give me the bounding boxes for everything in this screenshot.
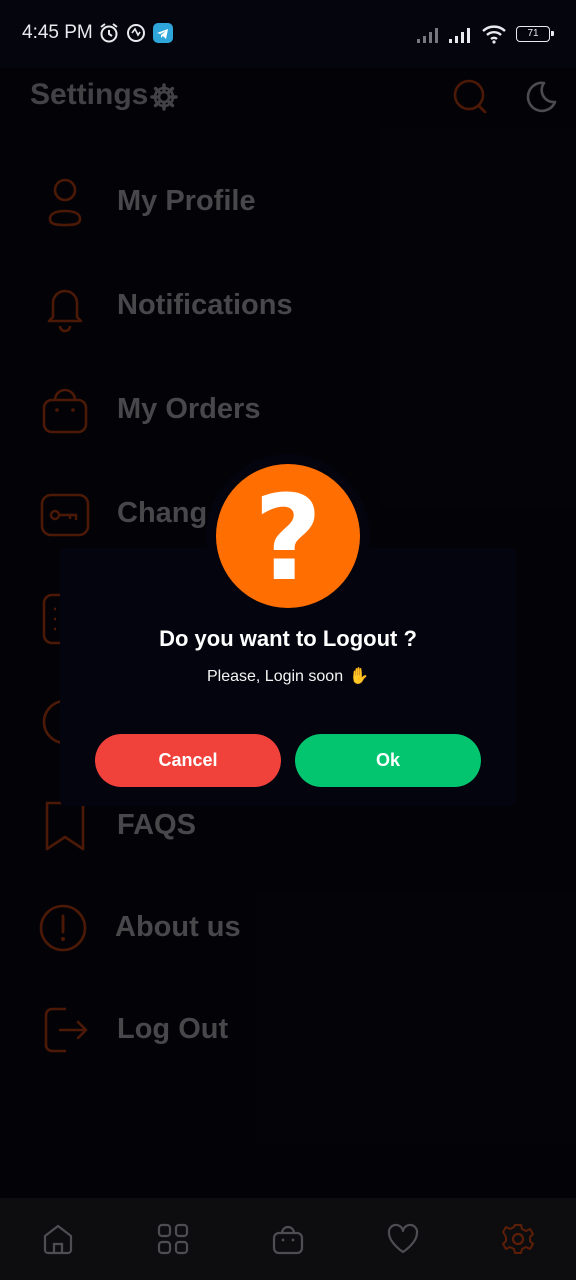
hand-emoji-icon: ✋ <box>349 668 370 685</box>
wifi-icon <box>482 25 506 44</box>
status-time: 4:45 PM <box>22 22 93 43</box>
ok-button[interactable]: Ok <box>295 734 481 787</box>
question-badge: ? <box>206 454 370 618</box>
battery-icon: 71 <box>516 26 554 42</box>
dialog-message: Please, Login soon <box>206 668 344 685</box>
dialog-title: Do you want to Logout ? <box>159 626 417 651</box>
signal-icon <box>449 28 470 43</box>
alarm-icon <box>100 23 118 43</box>
question-mark: ? <box>253 469 323 607</box>
app-notification-icon <box>127 24 145 42</box>
cancel-button[interactable]: Cancel <box>95 734 281 787</box>
status-bar: 4:45 PM 71 <box>0 0 576 68</box>
question-mark-icon: ? <box>216 464 360 608</box>
telegram-icon <box>153 23 173 43</box>
signal-icon <box>417 28 438 43</box>
dialog-message-row: Please, Login soon ✋ <box>60 666 516 686</box>
